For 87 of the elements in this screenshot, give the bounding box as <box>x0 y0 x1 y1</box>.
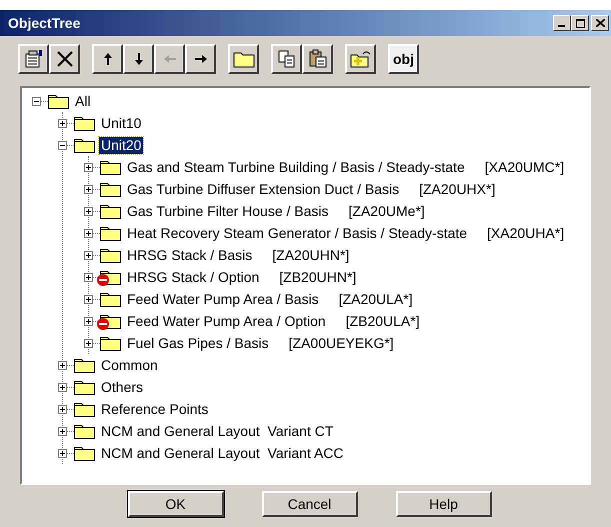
tree-item[interactable]: HRSG Stack / Basis <box>125 246 254 264</box>
window-title: ObjectTree <box>8 14 80 33</box>
collapse-icon[interactable] <box>58 140 67 150</box>
folder-icon <box>100 335 121 351</box>
tree-item[interactable]: NCM and General Layout Variant ACC <box>99 444 346 462</box>
folder-icon <box>48 93 69 109</box>
expand-icon[interactable] <box>58 118 67 128</box>
maximize-button[interactable] <box>571 15 589 31</box>
new-folder-icon <box>350 49 372 69</box>
tree-item[interactable]: Gas Turbine Filter House / Basis <box>125 202 331 220</box>
object-code: [ZA20ULA*] <box>338 290 413 309</box>
properties-icon <box>24 49 44 69</box>
dialog-button[interactable]: OK <box>128 491 224 517</box>
object-code: [ZA20UMe*] <box>348 202 425 221</box>
maximize-icon <box>576 18 584 28</box>
tree-item[interactable]: Gas Turbine Diffuser Extension Duct / Basis <box>125 180 402 198</box>
tree-item[interactable]: Feed Water Pump Area / Option <box>125 312 328 330</box>
dialog-button[interactable]: Cancel <box>262 491 358 517</box>
folder-icon <box>100 203 121 219</box>
tree-item[interactable]: Common <box>99 356 160 374</box>
folder-icon <box>74 357 95 373</box>
object-code: [ZA00UEYEKG*] <box>288 334 394 353</box>
expand-icon[interactable] <box>84 250 93 260</box>
tree-item[interactable]: Reference Points <box>99 400 210 418</box>
folder-icon <box>74 379 95 395</box>
folder-icon <box>100 291 121 307</box>
folder-icon <box>74 445 95 461</box>
expand-icon[interactable] <box>84 338 93 348</box>
expand-icon[interactable] <box>58 404 67 414</box>
folder-icon <box>232 50 254 68</box>
tree-item[interactable]: HRSG Stack / Option <box>125 268 262 286</box>
expand-icon[interactable] <box>84 272 93 282</box>
new-folder-button[interactable] <box>345 44 376 74</box>
tree-item[interactable]: Unit20 <box>99 136 144 154</box>
expand-icon[interactable] <box>58 360 67 370</box>
folder-icon <box>100 159 121 175</box>
folder-icon <box>74 115 95 131</box>
tree-item[interactable]: NCM and General Layout Variant CT <box>99 422 336 440</box>
tree-item[interactable]: All <box>73 92 93 110</box>
expand-icon[interactable] <box>84 228 93 238</box>
object-code: [XA20UMC*] <box>484 158 564 177</box>
copy-button[interactable] <box>271 44 302 74</box>
expand-icon[interactable] <box>84 184 93 194</box>
folder-icon <box>74 423 95 439</box>
close-icon <box>596 19 604 27</box>
up-button[interactable] <box>92 44 123 74</box>
folder-icon <box>74 137 95 153</box>
right-button[interactable] <box>185 44 216 74</box>
dialog-button[interactable]: Help <box>396 491 492 517</box>
object-code: [ZB20UHN*] <box>279 268 356 287</box>
down-button[interactable] <box>123 44 154 74</box>
expand-icon[interactable] <box>84 294 93 304</box>
folder-icon <box>74 401 95 417</box>
tree-item[interactable]: Gas and Steam Turbine Building / Basis / Steady-state <box>125 158 467 176</box>
tree-item[interactable]: Heat Recovery Steam Generator / Basis / Steady-state <box>125 224 470 242</box>
expand-icon[interactable] <box>58 382 67 392</box>
tree-item[interactable]: Feed Water Pump Area / Basis <box>125 290 321 308</box>
object-code: [ZB20ULA*] <box>346 312 420 331</box>
paste-icon <box>308 49 328 69</box>
folder-icon <box>100 181 121 197</box>
minimize-button[interactable] <box>553 15 571 31</box>
tree-item[interactable]: Unit10 <box>99 114 144 132</box>
folder-icon <box>100 225 121 241</box>
obj-button[interactable]: obj <box>388 44 419 74</box>
up-arrow-icon <box>102 51 114 67</box>
down-arrow-icon <box>132 51 144 67</box>
object-code: [XA20UHA*] <box>487 224 564 243</box>
object-code: [ZA20UHX*] <box>419 180 496 199</box>
paste-button[interactable] <box>302 44 333 74</box>
expand-icon[interactable] <box>84 316 93 326</box>
right-arrow-icon <box>192 53 208 65</box>
folder-icon <box>100 247 121 263</box>
delete-button[interactable] <box>49 44 80 74</box>
expand-icon[interactable] <box>84 206 93 216</box>
close-button[interactable] <box>591 15 609 31</box>
folder-button[interactable] <box>228 44 259 74</box>
expand-icon[interactable] <box>58 426 67 436</box>
copy-icon <box>276 49 296 69</box>
expand-icon[interactable] <box>84 162 93 172</box>
tree-item[interactable]: Fuel Gas Pipes / Basis <box>125 334 271 352</box>
properties-button[interactable] <box>18 44 49 74</box>
delete-icon <box>54 49 74 69</box>
object-code: [ZA20UHN*] <box>272 246 350 265</box>
left-arrow-icon <box>162 53 178 65</box>
tree-item[interactable]: Others <box>99 378 146 396</box>
expand-icon[interactable] <box>58 448 67 458</box>
collapse-icon[interactable] <box>32 96 41 106</box>
